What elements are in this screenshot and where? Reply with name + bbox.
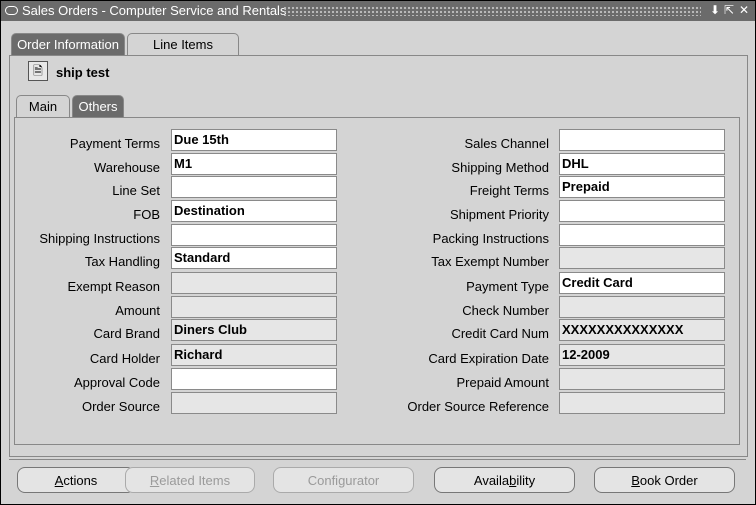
availability-button[interactable]: Availability — [434, 467, 575, 493]
button-mnemonic: R — [149, 473, 160, 488]
freight-terms-field[interactable]: Prepaid — [559, 176, 725, 198]
field-label: Credit Card Num — [451, 326, 549, 341]
tab-others[interactable]: Others — [72, 95, 124, 118]
window-title: Sales Orders - Computer Service and Rent… — [22, 3, 287, 18]
card-brand-field: Diners Club — [171, 319, 337, 341]
field-label: Order Source — [81, 399, 160, 414]
button-mnemonic: B — [631, 473, 640, 488]
title-bar-pattern — [283, 6, 701, 16]
window-menu-icon[interactable] — [5, 6, 18, 15]
sales-orders-window: Sales Orders - Computer Service and Rent… — [0, 0, 756, 505]
field-label: Shipping Instructions — [39, 231, 160, 246]
tab-main[interactable]: Main — [16, 95, 70, 118]
field-label: Shipping Method — [451, 160, 549, 175]
field-label: Line Set — [112, 183, 160, 198]
field-label: Order Source Reference — [407, 399, 549, 414]
field-label: Tax Handling — [84, 254, 160, 269]
button-label: elated Items — [159, 473, 231, 488]
actions-button[interactable]: Actions — [17, 467, 135, 493]
field-label: FOB — [133, 207, 160, 222]
button-label: onfigurator — [317, 473, 380, 488]
field-label: Payment Type — [466, 279, 549, 294]
button-mnemonic: C — [307, 473, 318, 488]
button-label: ctions — [63, 473, 98, 488]
divider — [9, 459, 746, 460]
amount-field — [171, 296, 337, 318]
card-expiration-date-field: 12-2009 — [559, 344, 725, 366]
check-number-field — [559, 296, 725, 318]
field-label: Approval Code — [74, 375, 160, 390]
payment-type-field[interactable]: Credit Card — [559, 272, 725, 294]
packing-instructions-field[interactable] — [559, 224, 725, 246]
tab-order-information[interactable]: Order Information — [11, 33, 125, 56]
field-label: Amount — [115, 303, 160, 318]
configurator-button[interactable]: Configurator — [273, 467, 414, 493]
field-label: Check Number — [462, 303, 549, 318]
order-source-reference-field — [559, 392, 725, 414]
warehouse-field[interactable]: M1 — [171, 153, 337, 175]
shipping-instructions-field[interactable] — [171, 224, 337, 246]
button-label: ook Order — [639, 473, 698, 488]
button-label: ility — [516, 473, 536, 488]
credit-card-num-field: XXXXXXXXXXXXXX — [559, 319, 725, 341]
prepaid-amount-field — [559, 368, 725, 390]
close-icon[interactable]: ✕ — [738, 3, 750, 17]
field-label: Tax Exempt Number — [431, 254, 549, 269]
field-label: Card Brand — [93, 326, 160, 341]
field-label: Exempt Reason — [67, 279, 161, 294]
field-label: Sales Channel — [464, 136, 549, 151]
line-set-field[interactable] — [171, 176, 337, 198]
tab-line-items[interactable]: Line Items — [127, 33, 239, 56]
button-label: Availa — [473, 473, 510, 488]
title-bar: Sales Orders - Computer Service and Rent… — [1, 1, 755, 21]
fob-field[interactable]: Destination — [171, 200, 337, 222]
tab-label: Others — [78, 99, 118, 114]
field-label: Card Holder — [89, 351, 160, 366]
field-label: Packing Instructions — [432, 231, 549, 246]
minimize-icon[interactable]: ⬇ — [709, 3, 721, 17]
tab-label: Line Items — [153, 37, 213, 52]
maximize-icon[interactable]: ⇱ — [723, 3, 735, 17]
payment-terms-field[interactable]: Due 15th — [171, 129, 337, 151]
field-label: Payment Terms — [69, 136, 160, 151]
approval-code-field[interactable] — [171, 368, 337, 390]
field-label: Freight Terms — [469, 183, 549, 198]
order-name: ship test — [56, 65, 110, 80]
document-icon[interactable]: 🗎 — [28, 61, 48, 81]
sales-channel-field[interactable] — [559, 129, 725, 151]
book-order-button[interactable]: Book Order — [594, 467, 735, 493]
shipping-method-field[interactable]: DHL — [559, 153, 725, 175]
field-label: Shipment Priority — [450, 207, 549, 222]
field-label: Prepaid Amount — [456, 375, 549, 390]
tax-exempt-number-field — [559, 247, 725, 269]
order-source-field — [171, 392, 337, 414]
tab-label: Main — [28, 99, 58, 114]
exempt-reason-field — [171, 272, 337, 294]
field-label: Card Expiration Date — [428, 351, 549, 366]
field-label: Warehouse — [94, 160, 160, 175]
related-items-button[interactable]: Related Items — [125, 467, 255, 493]
card-holder-field: Richard — [171, 344, 337, 366]
shipment-priority-field[interactable] — [559, 200, 725, 222]
tax-handling-field[interactable]: Standard — [171, 247, 337, 269]
tab-label: Order Information — [17, 37, 119, 52]
